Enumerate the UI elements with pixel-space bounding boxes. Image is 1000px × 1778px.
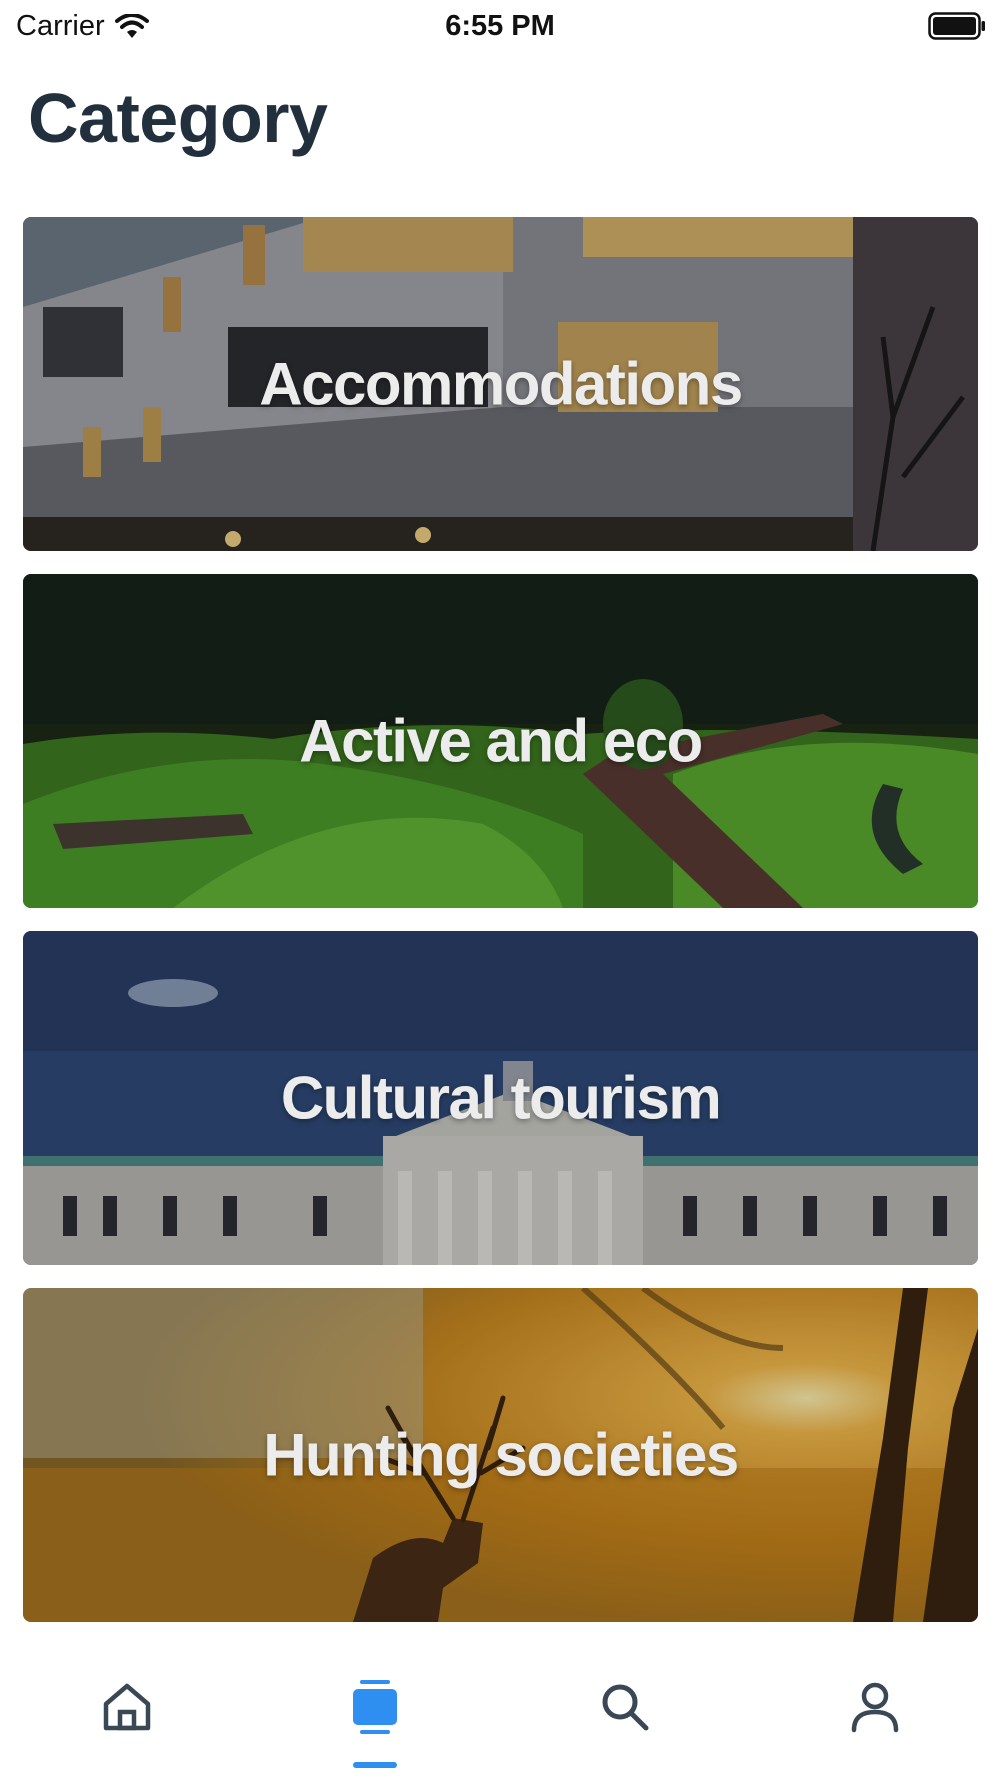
category-label: Accommodations [259, 350, 743, 418]
tab-category[interactable] [315, 1680, 435, 1770]
category-card-accommodations[interactable]: Accommodations [23, 217, 978, 551]
category-label: Hunting societies [263, 1421, 739, 1489]
status-bar: Carrier 6:55 PM [0, 0, 1000, 52]
category-label: Active and eco [299, 707, 703, 775]
tab-bar [0, 1640, 1000, 1778]
profile-icon [851, 1682, 899, 1733]
search-icon [602, 1684, 649, 1731]
tab-search[interactable] [565, 1680, 685, 1770]
category-card-hunting-societies[interactable]: Hunting societies [23, 1288, 978, 1622]
category-card-active-and-eco[interactable]: Active and eco [23, 574, 978, 908]
page-title: Category [28, 79, 328, 157]
tab-profile[interactable] [815, 1680, 935, 1770]
category-list: Accommodations Active and eco Cultural t… [23, 217, 978, 1645]
category-label: Cultural tourism [280, 1064, 722, 1132]
tab-home[interactable] [67, 1680, 187, 1770]
battery-icon [928, 12, 985, 40]
category-card-cultural-tourism[interactable]: Cultural tourism [23, 931, 978, 1265]
active-tab-indicator [353, 1762, 397, 1768]
status-time: 6:55 PM [445, 10, 555, 42]
home-icon [103, 1683, 151, 1731]
category-icon [353, 1680, 397, 1734]
